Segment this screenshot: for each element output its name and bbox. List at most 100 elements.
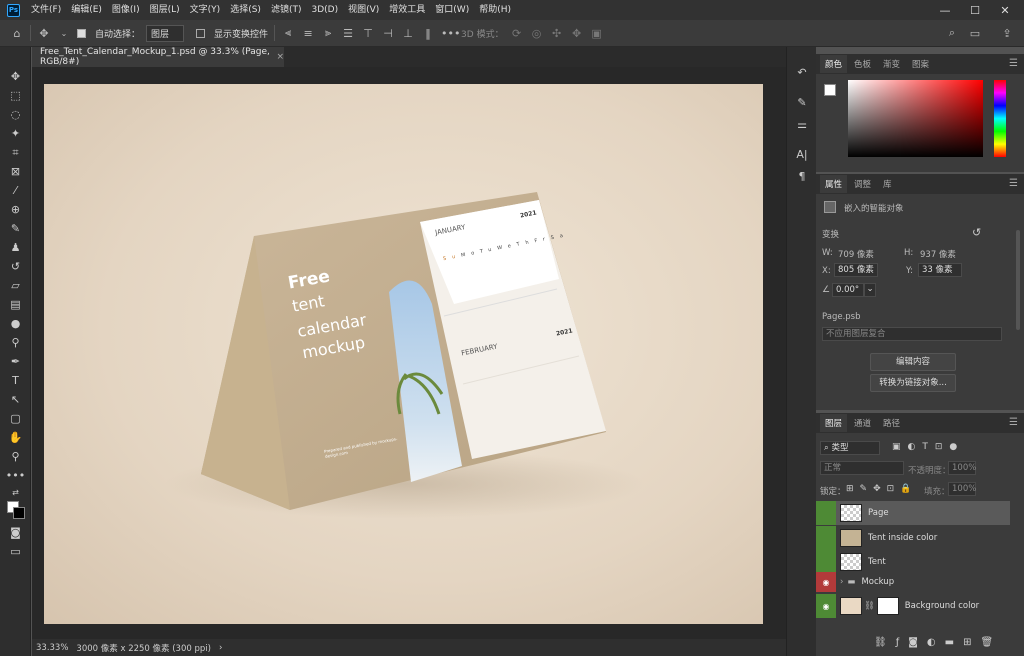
distribute-icon[interactable]: ☰ [341,27,355,40]
visibility-toggle[interactable] [816,526,836,550]
tab-libraries[interactable]: 库 [878,175,897,193]
layer-filter-dropdown[interactable]: ⌕ 类型 [820,441,880,455]
panel-menu-icon[interactable]: ☰ [1009,58,1018,69]
color-picker-field[interactable] [848,80,983,157]
menu-plugins[interactable]: 增效工具 [384,0,430,20]
blur-tool-icon[interactable]: ● [0,314,31,333]
eye-icon[interactable]: ◉ [816,572,836,592]
layer-filter-icons[interactable]: ▣◐T⊡● [892,442,964,452]
menu-layer[interactable]: 图层(L) [145,0,185,20]
share-icon[interactable]: ⇪ [1000,27,1014,40]
3d-orbit-icon[interactable]: ⟳ [510,27,524,40]
close-button[interactable]: ✕ [990,0,1020,20]
background-color-swatch[interactable] [13,507,25,519]
visibility-toggle[interactable] [816,501,836,525]
width-value[interactable]: 709 像素 [838,248,874,260]
search-icon[interactable]: ⌕ [945,26,959,40]
marquee-tool-icon[interactable]: ⬚ [0,86,31,105]
opacity-field[interactable]: 100% [948,461,976,475]
3d-roll-icon[interactable]: ◎ [530,27,544,40]
type-tool-icon[interactable]: T [0,371,31,390]
align-center-icon[interactable]: ≡ [301,27,315,40]
minimize-button[interactable]: — [930,0,960,20]
eraser-icon[interactable]: ▱ [0,276,31,295]
align-right-icon[interactable]: ⫸ [321,26,335,40]
show-transform-checkbox[interactable] [196,28,206,38]
align-left-icon[interactable]: ⫷ [281,26,295,40]
menu-3d[interactable]: 3D(D) [306,0,343,20]
3d-slide-icon[interactable]: ✥ [570,27,584,40]
home-icon[interactable]: ⌂ [10,27,24,40]
chevron-down-icon[interactable]: ⌄ [57,29,71,38]
hand-tool-icon[interactable]: ✋ [0,428,31,447]
menu-type[interactable]: 文字(Y) [185,0,226,20]
tab-channels[interactable]: 通道 [849,414,876,432]
status-chevron-icon[interactable]: › [215,643,226,653]
path-select-icon[interactable]: ↖ [0,390,31,409]
y-position-field[interactable]: 33 像素 [918,263,962,277]
chevron-right-icon[interactable]: › [840,577,843,587]
panel-menu-icon[interactable]: ☰ [1009,178,1018,189]
angle-field[interactable]: 0.00° [832,283,864,297]
document-canvas[interactable]: Free tent calendar mockup Prepared and p… [44,84,763,624]
tab-properties[interactable]: 属性 [820,175,848,193]
eyedropper-icon[interactable]: ⁄ [0,181,31,200]
shape-tool-icon[interactable]: ▢ [0,409,31,428]
color-swatches[interactable] [0,499,30,523]
history-brush-icon[interactable]: ↺ [0,257,31,276]
tab-gradients[interactable]: 渐变 [878,55,905,73]
move-tool-icon[interactable]: ✥ [37,27,51,40]
brush-settings-icon[interactable]: ✎ [787,91,817,113]
hue-slider[interactable] [994,80,1006,157]
menu-file[interactable]: 文件(F) [26,0,66,20]
quick-mask-icon[interactable]: ◙ [0,523,31,542]
paragraph-panel-icon[interactable]: ¶ [787,165,817,187]
crop-tool-icon[interactable]: ⌗ [0,143,31,162]
blend-mode-select[interactable]: 正常 [820,461,904,475]
more-options-icon[interactable]: ••• [441,27,460,40]
lasso-tool-icon[interactable]: ◌ [0,105,31,124]
angle-dropdown[interactable]: ⌄ [864,283,876,297]
tab-adjustments[interactable]: 调整 [849,175,876,193]
menu-window[interactable]: 窗口(W) [430,0,474,20]
convert-to-linked-button[interactable]: 转换为链接对象... [870,374,956,392]
zoom-level[interactable]: 33.33% [32,643,72,653]
tab-patterns[interactable]: 图案 [907,55,934,73]
menu-image[interactable]: 图像(I) [107,0,145,20]
layer-row-background-color[interactable]: ◉ ⛓ Background color [816,594,1010,618]
tab-paths[interactable]: 路径 [878,414,905,432]
tab-color[interactable]: 颜色 [820,55,848,73]
adjustments-icon[interactable]: ⚌ [787,113,817,135]
dodge-tool-icon[interactable]: ⚲ [0,333,31,352]
swap-colors-icon[interactable]: ⇄ [0,485,31,499]
tab-swatches[interactable]: 色板 [849,55,876,73]
3d-pan-icon[interactable]: ✣ [550,27,564,40]
zoom-tool-icon[interactable]: ⚲ [0,447,31,466]
eye-icon[interactable]: ◉ [816,594,836,618]
auto-select-dropdown[interactable]: 图层 [146,24,185,42]
history-panel-icon[interactable]: ↶ [787,61,817,83]
properties-scrollbar[interactable] [1016,230,1020,330]
magic-wand-icon[interactable]: ✦ [0,124,31,143]
height-value[interactable]: 937 像素 [920,248,956,260]
layer-row-tent-inside-color[interactable]: Tent inside color [816,526,1010,550]
close-tab-icon[interactable]: × [276,52,284,62]
panel-menu-icon[interactable]: ☰ [1009,417,1018,428]
healing-brush-icon[interactable]: ⊕ [0,200,31,219]
clone-stamp-icon[interactable]: ♟ [0,238,31,257]
foreground-color[interactable] [824,84,836,96]
layers-footer-icons[interactable]: ⛓ƒ◙◐▬⊞🗑 [874,637,1002,648]
more-tools-icon[interactable]: ••• [0,466,31,485]
align-top-icon[interactable]: ⊤ [361,27,375,40]
edit-contents-button[interactable]: 编辑内容 [870,353,956,371]
distribute-vertical-icon[interactable]: ‖ [421,27,435,40]
3d-camera-icon[interactable]: ▣ [590,27,604,40]
layer-row-tent[interactable]: Tent [816,550,1010,574]
x-position-field[interactable]: 805 像素 [834,263,878,277]
move-tool-icon[interactable]: ✥ [0,67,31,86]
align-bottom-icon[interactable]: ⊥ [401,27,415,40]
layer-comp-select[interactable]: 不应用图层复合 [822,327,1002,341]
brush-tool-icon[interactable]: ✎ [0,219,31,238]
layer-row-page[interactable]: Page [816,501,1010,525]
menu-edit[interactable]: 编辑(E) [66,0,107,20]
